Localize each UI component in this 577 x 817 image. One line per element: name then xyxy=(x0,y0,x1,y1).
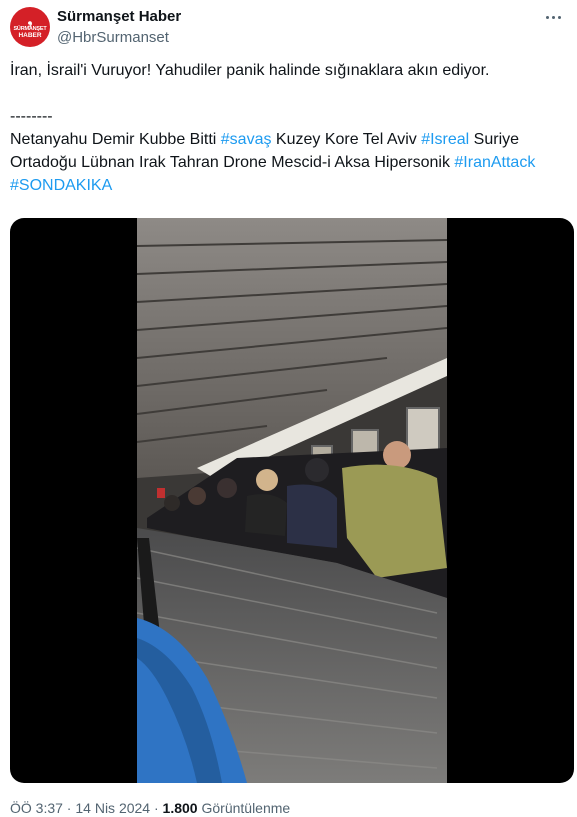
tweet-meta: ÖÖ 3:37 · 14 Nis 2024 · 1.800 Görüntülen… xyxy=(10,800,290,816)
meta-separator: · xyxy=(62,800,76,816)
avatar-logo-line2: HABER xyxy=(18,32,42,39)
tweet-time[interactable]: ÖÖ 3:37 xyxy=(10,800,63,816)
views-label: Görüntülenme xyxy=(197,800,291,816)
display-name[interactable]: Sürmanşet Haber xyxy=(57,8,181,25)
tweet-tags-paragraph: Netanyahu Demir Kubbe Bitti #savaş Kuzey… xyxy=(10,128,566,197)
tweet-date[interactable]: 14 Nis 2024 xyxy=(75,800,150,816)
logo-mark-icon: ❟ xyxy=(27,13,33,27)
tweet-segment: Netanyahu Demir Kubbe Bitti xyxy=(10,131,221,148)
escalator-crowd-scene xyxy=(137,218,447,783)
media-video-container[interactable] xyxy=(10,218,574,783)
hashtag-link[interactable]: #IranAttack xyxy=(454,154,535,171)
more-horizontal-icon[interactable] xyxy=(540,8,566,26)
tweet-separator: -------- xyxy=(10,108,53,125)
user-handle[interactable]: @HbrSurmanset xyxy=(57,29,169,46)
video-frame[interactable] xyxy=(137,218,447,783)
hashtag-link[interactable]: #savaş xyxy=(221,131,272,148)
views-count: 1.800 xyxy=(162,800,198,816)
hashtag-link[interactable]: #SONDAKIKA xyxy=(10,177,112,194)
meta-separator: · xyxy=(150,800,163,816)
tweet-segment: Kuzey Kore Tel Aviv xyxy=(271,131,422,148)
avatar[interactable]: ❟ SÜRMANŞET HABER xyxy=(10,7,50,47)
hashtag-link[interactable]: #Isreal xyxy=(421,131,469,148)
tweet-headline: İran, İsrail'i Vuruyor! Yahudiler panik … xyxy=(10,62,490,79)
tweet-text: İran, İsrail'i Vuruyor! Yahudiler panik … xyxy=(10,59,566,197)
